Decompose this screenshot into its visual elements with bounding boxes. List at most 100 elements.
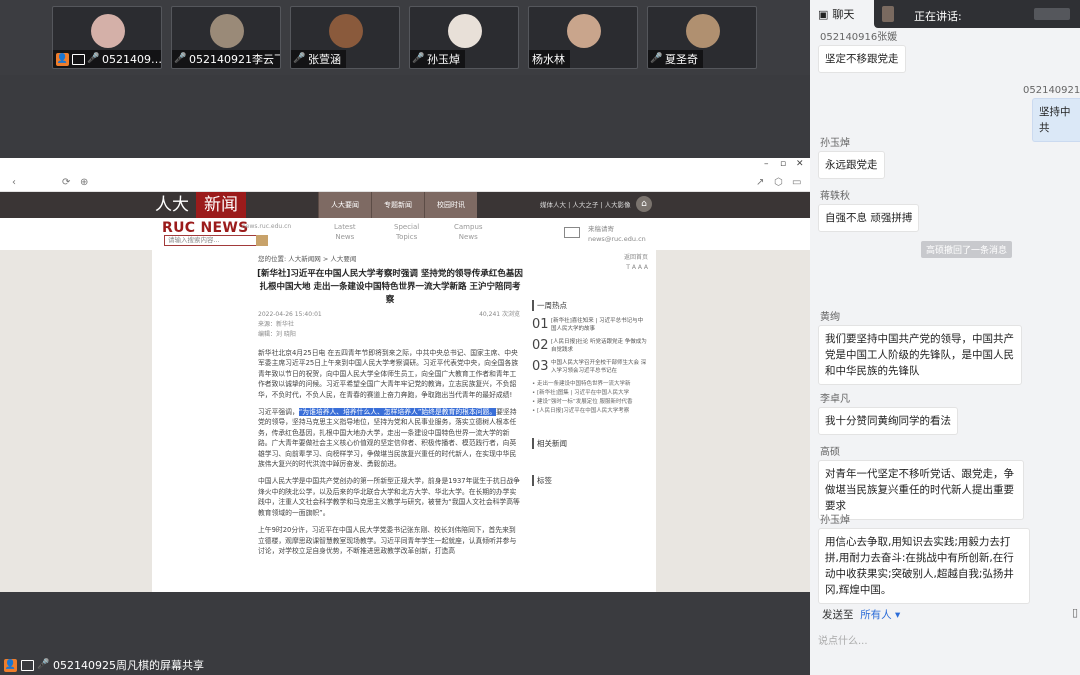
sidebar-link[interactable]: • 建设“强时一标”发展定位 服服新时代香	[532, 398, 648, 407]
participant-name: 杨水林	[532, 53, 565, 66]
chat-message[interactable]: 坚持中共	[1032, 98, 1080, 142]
hot-item[interactable]: 01 [新华社]喜往知来 | 习近平总书记与中国人民大学的故事	[532, 317, 648, 333]
chat-message[interactable]: 我们要坚持中国共产党的领导，中国共产党是中国工人阶级的先锋队，是中国人民和中华民…	[818, 325, 1022, 385]
chat-sender: 孙玉焯	[820, 515, 850, 526]
chat-sender: 高硕	[820, 447, 840, 458]
mic-muted-icon[interactable]: 🎤	[650, 53, 662, 66]
article-panel: 您的位置: 人大新闻网 > 人大要闻 返回首页 T A A A [新华社]习近平…	[152, 250, 656, 592]
screen-share-icon	[72, 53, 85, 65]
avatar	[91, 14, 125, 48]
chat-message[interactable]: 用信心去争取,用知识去实践;用毅力去打拼,用耐力去奋斗:在挑战中有所创新,在行动…	[818, 528, 1030, 604]
contact-info: 来稿请寄 news@ruc.edu.cn	[588, 225, 646, 243]
browser-titlebar: – ▫ ✕	[0, 158, 810, 174]
participant-tile[interactable]: 🎤 夏圣奇	[647, 6, 757, 69]
article-sidebar: 一周热点 01 [新华社]喜往知来 | 习近平总书记与中国人民大学的故事 02 …	[532, 300, 648, 492]
view-count: 40,241 次浏览	[479, 311, 520, 318]
chat-icon: ▣	[818, 7, 829, 21]
avatar	[329, 14, 363, 48]
browser-toolbar: ‹ ⟳ ⊕ ↗ ⬡ ▭	[0, 174, 810, 192]
mic-muted-icon[interactable]: 🎤	[293, 53, 305, 66]
chat-message[interactable]: 自强不息 顽强拼搏	[818, 204, 920, 232]
more-links: • 走出一条建设中国特色世界一流大学新 • [新华社]图集 | 习近平在中国人民…	[532, 380, 648, 416]
breadcrumb[interactable]: 您的位置: 人大新闻网 > 人大要闻	[258, 253, 356, 263]
tags-heading: 标签	[532, 475, 648, 486]
participant-name: 张萱涵	[308, 53, 341, 66]
paragraph: 中国人民大学是中国共产党创办的第一所新型正规大学，前身是1937年诞生于抗日战争…	[258, 477, 520, 517]
paragraph: 上午9时20分许，习近平在中国人民大学党委书记张东刚、校长刘伟陪同下，首先来到立…	[258, 526, 517, 555]
participant-name: 0521409…	[102, 52, 162, 66]
article-tools: 返回首页 T A A A	[624, 253, 648, 273]
chat-panel: ▣ 聊天 052140916张媛 坚定不移跟党走 052140921李 坚持中共…	[810, 0, 1080, 675]
chat-sender: 李卓凡	[820, 394, 850, 405]
participant-tile[interactable]: 🎤 孙玉焯	[409, 6, 519, 69]
tab-icon[interactable]: ▭	[792, 177, 801, 188]
chat-message[interactable]: 永远跟党走	[818, 151, 885, 179]
tab-latest-news[interactable]: Latest News	[334, 222, 356, 242]
article-title: [新华社]习近平在中国人民大学考察时强调 坚持党的领导传承红色基因扎根中国大地 …	[257, 269, 523, 305]
ruc-news-site: 人大 新闻 人大要闻 专题新闻 校园时讯 媒体人大 | 人大之子 | 人大影像 …	[0, 192, 810, 592]
back-icon[interactable]: ‹	[12, 177, 16, 188]
sidebar-link[interactable]: • [人民日报]习近平在中国人民大学考察	[532, 407, 648, 416]
participant-tile[interactable]: 🎤 张萱涵	[290, 6, 400, 69]
paragraph: 习近平强调，“为谁培养人、培养什么人、怎样培养人”始终是教育的根本问题。要坚持党…	[258, 408, 517, 469]
host-icon: 👤	[56, 52, 69, 66]
mic-muted-icon[interactable]: 🎤	[412, 53, 424, 66]
host-icon: 👤	[4, 658, 17, 672]
hot-item[interactable]: 03 中国人民大学召开全校干部师生大会 深入学习领会习近平总书记在	[532, 359, 648, 375]
tab-campus-news[interactable]: Campus News	[454, 222, 483, 242]
site-logo[interactable]: 人大	[150, 192, 194, 218]
speaking-label: 正在讲话:	[914, 10, 962, 23]
screen-share-label: 052140925周凡棋的屏幕共享	[53, 659, 204, 672]
participant-tile[interactable]: 👤 🎤 0521409…	[52, 6, 162, 69]
search-button[interactable]	[256, 235, 268, 246]
ruc-news-title: RUC NEWS	[162, 220, 249, 236]
avatar	[448, 14, 482, 48]
participant-name: 052140921李云飞	[189, 53, 281, 66]
avatar	[686, 14, 720, 48]
sidebar-link[interactable]: • 走出一条建设中国特色世界一流大学新	[532, 380, 648, 389]
selected-text[interactable]: “为谁培养人、培养什么人、怎样培养人”始终是教育的根本问题。	[298, 408, 497, 417]
maximize-button[interactable]: ▫	[780, 159, 786, 169]
nav-item[interactable]: 人大要闻	[318, 192, 371, 218]
font-size-control[interactable]: T A A A	[624, 263, 648, 273]
mic-muted-icon[interactable]: 🎤	[174, 53, 186, 66]
screen-share-icon	[21, 659, 34, 671]
chat-input[interactable]: 说点什么...	[818, 632, 868, 647]
tab-special-topics[interactable]: Special Topics	[394, 222, 419, 242]
paragraph: 新华社北京4月25日电 在五四青年节即将到来之际，中共中央总书记、国家主席、中央…	[258, 349, 519, 399]
sidebar-link[interactable]: • [新华社]图集 | 习近平在中国人民大学	[532, 389, 648, 398]
site-search-input[interactable]: 请输入搜索内容...	[164, 235, 268, 246]
nav-item[interactable]: 专题新闻	[371, 192, 424, 218]
participant-tile[interactable]: 杨水林	[528, 6, 638, 69]
chat-message[interactable]: 坚定不移跟党走	[818, 45, 906, 73]
screen-share-bar: 👤 🎤 052140925周凡棋的屏幕共享	[0, 655, 204, 675]
minimize-button[interactable]: –	[764, 159, 769, 169]
share-icon[interactable]: ↗	[756, 177, 764, 188]
site-logo-red[interactable]: 新闻	[196, 192, 246, 218]
chat-sender: 蒋轶秋	[820, 191, 850, 202]
nav-item[interactable]: 校园时讯	[424, 192, 477, 218]
site-nav: 人大要闻 专题新闻 校园时讯	[318, 192, 477, 218]
mic-muted-icon[interactable]: 🎤	[37, 659, 49, 672]
avatar	[210, 14, 244, 48]
close-button[interactable]: ✕	[796, 159, 804, 169]
home-icon[interactable]: ⌂	[636, 196, 652, 212]
speaker-name-blurred	[1034, 8, 1070, 20]
hot-item[interactable]: 02 [人民日报]社论 听党话跟党走 争做成为自觉践求	[532, 338, 648, 354]
chat-sender: 052140916张媛	[820, 32, 898, 43]
hot-topics-heading: 一周热点	[532, 300, 648, 311]
related-news-heading: 相关新闻	[532, 438, 648, 449]
reload-icon[interactable]: ⟳	[62, 177, 70, 188]
extension-icon[interactable]: ⬡	[774, 177, 783, 188]
back-home-link[interactable]: 返回首页	[624, 253, 648, 263]
send-to-target[interactable]: 所有人	[860, 609, 892, 621]
header-links[interactable]: 媒体人大 | 人大之子 | 人大影像	[540, 192, 631, 218]
send-to-selector[interactable]: 发送至 所有人 ▾	[822, 607, 900, 622]
chat-message[interactable]: 我十分赞同黄绚同学的看法	[818, 407, 958, 435]
participant-tile[interactable]: 🎤 052140921李云飞	[171, 6, 281, 69]
file-icon[interactable]: ▯	[1072, 606, 1078, 619]
speaker-avatar	[882, 6, 894, 22]
speaking-indicator: 正在讲话:	[874, 0, 1080, 28]
globe-icon[interactable]: ⊕	[80, 177, 88, 188]
mic-muted-icon[interactable]: 🎤	[87, 53, 99, 66]
